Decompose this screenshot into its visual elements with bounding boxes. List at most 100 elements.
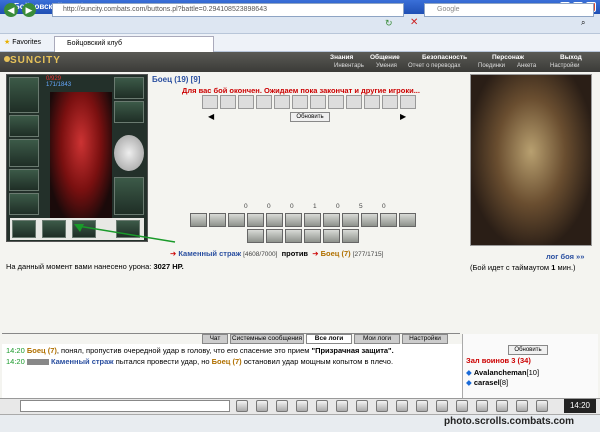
toolbar-icon[interactable] <box>496 400 508 412</box>
toolbar-icon[interactable] <box>536 400 548 412</box>
toolbar-icon[interactable] <box>516 400 528 412</box>
skill-icon[interactable] <box>190 213 207 227</box>
chat-time: 14:20 <box>6 357 25 366</box>
weapon-slot[interactable] <box>9 115 39 137</box>
skill-icon[interactable] <box>342 229 359 243</box>
toolbar-icon[interactable] <box>456 400 468 412</box>
toolbar-icon[interactable] <box>416 400 428 412</box>
menu-item-profile[interactable]: Анкета <box>517 63 536 71</box>
forward-icon[interactable]: ▶ <box>22 3 36 17</box>
stat-value: 1 <box>313 203 317 210</box>
chat-name[interactable]: Боец (7) <box>212 357 242 366</box>
helmet-slot[interactable] <box>9 77 39 113</box>
skill-icon[interactable] <box>380 213 397 227</box>
toolbar-icon[interactable] <box>316 400 328 412</box>
toolbar-icon[interactable] <box>356 400 368 412</box>
earring-slot[interactable] <box>114 77 144 99</box>
url-input[interactable]: http://suncity.combats.com/buttons.pl?ba… <box>52 3 404 17</box>
toolbar-icon[interactable] <box>336 400 348 412</box>
skill-icon[interactable] <box>285 213 302 227</box>
side-refresh-button[interactable]: Обновить <box>508 345 548 355</box>
menu-item-character[interactable]: Персонаж <box>492 54 524 62</box>
ally-name[interactable]: Боец (7) <box>321 249 351 258</box>
skill-icon[interactable] <box>323 213 340 227</box>
turn-left-icon[interactable]: ◀ <box>208 112 214 121</box>
armor-slot[interactable] <box>9 139 39 167</box>
toolbar-icon[interactable] <box>296 400 308 412</box>
chat-quote: "Призрачная защита". <box>311 346 394 355</box>
menu-item-inventory[interactable]: Инвентарь <box>334 63 364 71</box>
clan-icon: ◆ <box>466 368 472 377</box>
skill-icon[interactable] <box>304 229 321 243</box>
effect-cell <box>220 95 236 109</box>
tab-all-logs[interactable]: Все логи <box>306 334 352 344</box>
timeout-label: (Бой идет с таймаутом <box>470 263 550 272</box>
legs-slot[interactable] <box>9 193 39 215</box>
player-name[interactable]: Avalancheman <box>474 368 527 377</box>
skill-icon[interactable] <box>266 213 283 227</box>
player-entry[interactable]: ◆ Avalancheman[10] <box>466 368 539 377</box>
ally-hp: [277/1715] <box>352 251 384 258</box>
toolbar-icon[interactable] <box>436 400 448 412</box>
skill-icon[interactable] <box>228 213 245 227</box>
player-name[interactable]: carasel <box>474 378 500 387</box>
back-icon[interactable]: ◀ <box>4 3 18 17</box>
tab-chat[interactable]: Чат <box>202 334 228 344</box>
menu-item-skills[interactable]: Умения <box>376 63 397 71</box>
effect-cell <box>238 95 254 109</box>
toolbar-icon[interactable] <box>236 400 248 412</box>
stat-value: 0 <box>244 203 248 210</box>
search-input[interactable]: Google <box>424 3 594 17</box>
refresh-button[interactable]: Обновить <box>290 112 330 122</box>
toolbar-icon[interactable] <box>396 400 408 412</box>
skill-icon[interactable] <box>342 213 359 227</box>
turn-right-icon[interactable]: ▶ <box>400 112 406 121</box>
skill-icon[interactable] <box>285 229 302 243</box>
boots-slot[interactable] <box>114 177 144 215</box>
effect-cell <box>400 95 416 109</box>
chat-name[interactable]: Каменный страж <box>51 357 114 366</box>
skill-icon[interactable] <box>266 229 283 243</box>
menu-item-settings[interactable]: Настройки <box>550 63 579 71</box>
menu-item-knowledge[interactable]: Знания <box>330 54 353 62</box>
quick-slot-1[interactable] <box>12 220 36 238</box>
menu-item-communication[interactable]: Общение <box>370 54 400 62</box>
skill-icon[interactable] <box>323 229 340 243</box>
menu-item-security[interactable]: Безопасность <box>422 54 467 62</box>
skill-icon[interactable] <box>304 213 321 227</box>
battle-log-link[interactable]: лог боя »» <box>546 252 584 261</box>
tab-title: Бойцовский клуб <box>67 40 123 47</box>
skill-icon[interactable] <box>399 213 416 227</box>
chat-name[interactable]: Боец (7) <box>27 346 57 355</box>
fighter-name[interactable]: Боец (19) [9] <box>152 75 200 84</box>
opponent-name[interactable]: Каменный страж <box>178 249 241 258</box>
browser-tab[interactable]: Бойцовский клуб <box>54 36 214 52</box>
menu-item-exit[interactable]: Выход <box>560 54 582 62</box>
search-icon[interactable]: ⌕ <box>581 18 585 28</box>
toolbar-icon[interactable] <box>476 400 488 412</box>
menu-item-fights[interactable]: Поединки <box>478 63 505 71</box>
player-entry[interactable]: ◆ carasel[8] <box>466 378 508 387</box>
toolbar-icon[interactable] <box>256 400 268 412</box>
shield-slot[interactable] <box>114 135 144 171</box>
toolbar-icon[interactable] <box>276 400 288 412</box>
versus-word: против <box>281 249 309 258</box>
quick-slot-2[interactable] <box>42 220 66 238</box>
menu-item-transfer-report[interactable]: Отчет о переводах <box>408 63 461 71</box>
skill-icon[interactable] <box>247 229 264 243</box>
skill-icon[interactable] <box>247 213 264 227</box>
skill-icon[interactable] <box>209 213 226 227</box>
toolbar-icon[interactable] <box>376 400 388 412</box>
chat-input[interactable] <box>20 400 230 412</box>
tab-settings[interactable]: Настройки <box>402 334 448 344</box>
stop-icon[interactable]: ✕ <box>410 17 418 28</box>
refresh-icon[interactable]: ↻ <box>385 18 393 29</box>
skill-icon[interactable] <box>361 213 378 227</box>
game-clock: 14:20 <box>564 399 596 413</box>
tab-system-messages[interactable]: Системные сообщения <box>230 334 304 344</box>
tab-my-logs[interactable]: Мои логи <box>354 334 400 344</box>
favorites-button[interactable]: ★ Favorites <box>4 38 41 46</box>
gloves-slot[interactable] <box>114 101 144 123</box>
character-avatar <box>50 92 112 218</box>
belt-slot[interactable] <box>9 169 39 191</box>
